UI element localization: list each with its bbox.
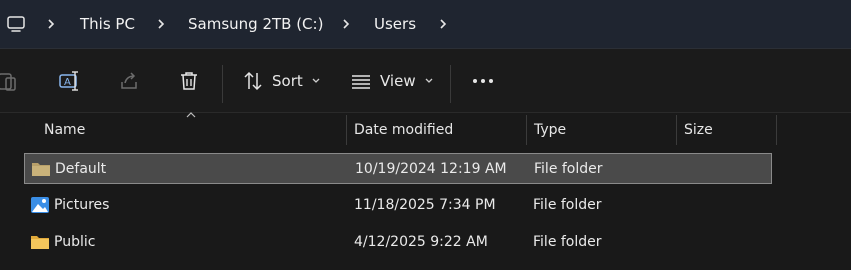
- chevron-right-icon[interactable]: [438, 15, 448, 33]
- breadcrumb-drive[interactable]: Samsung 2TB (C:): [188, 13, 323, 35]
- toolbar-divider: [222, 65, 223, 103]
- chevron-down-icon: [312, 78, 320, 83]
- svg-text:A: A: [64, 77, 71, 88]
- paste-icon: [0, 73, 16, 91]
- view-button[interactable]: View: [350, 67, 434, 95]
- file-type: File folder: [533, 234, 602, 250]
- file-type: File folder: [533, 197, 602, 213]
- rename-button[interactable]: A: [58, 67, 80, 95]
- file-row[interactable]: Pictures 11/18/2025 7:34 PM File folder: [24, 190, 772, 221]
- chevron-right-icon[interactable]: [156, 15, 166, 33]
- file-row[interactable]: Public 4/12/2025 9:22 AM File folder: [24, 227, 772, 258]
- file-date-modified: 11/18/2025 7:34 PM: [354, 197, 496, 213]
- file-type: File folder: [534, 161, 603, 177]
- file-row[interactable]: Default 10/19/2024 12:19 AM File folder: [24, 153, 772, 184]
- folder-icon: [31, 236, 49, 249]
- sort-button[interactable]: Sort: [242, 67, 321, 95]
- column-header-name[interactable]: Name: [37, 113, 345, 147]
- delete-button[interactable]: [178, 67, 200, 95]
- column-header-type[interactable]: Type: [527, 113, 676, 147]
- more-options-button[interactable]: [470, 67, 496, 95]
- breadcrumb-this-pc[interactable]: This PC: [80, 13, 135, 35]
- file-date-modified: 4/12/2025 9:22 AM: [354, 234, 488, 250]
- file-name: Pictures: [54, 197, 110, 213]
- share-button[interactable]: [118, 67, 140, 95]
- breadcrumb: This PC Samsung 2TB (C:) Users: [0, 0, 851, 48]
- sort-label: Sort: [272, 72, 303, 90]
- share-icon: [121, 72, 137, 89]
- file-list: Name Date modified Type Size Default 10/…: [0, 112, 851, 270]
- computer-icon[interactable]: [6, 14, 26, 34]
- more-horizontal-icon: [473, 79, 493, 83]
- breadcrumb-users[interactable]: Users: [374, 13, 416, 35]
- column-header-size[interactable]: Size: [677, 113, 776, 147]
- paste-button[interactable]: [0, 67, 18, 95]
- pictures-folder-icon: [31, 197, 49, 213]
- view-list-icon: [352, 75, 370, 89]
- chevron-right-icon[interactable]: [341, 15, 351, 33]
- file-name: Public: [54, 234, 96, 250]
- chevron-down-icon: [425, 78, 433, 83]
- file-name: Default: [55, 161, 107, 177]
- rename-icon: A: [59, 71, 78, 91]
- command-bar: A Sort View: [0, 49, 851, 113]
- sort-icon: [244, 71, 262, 91]
- column-divider[interactable]: [776, 115, 777, 145]
- column-header-date-modified[interactable]: Date modified: [347, 113, 526, 147]
- file-date-modified: 10/19/2024 12:19 AM: [355, 161, 507, 177]
- address-bar: This PC Samsung 2TB (C:) Users: [0, 0, 851, 49]
- view-label: View: [380, 72, 416, 90]
- folder-icon: [32, 163, 50, 176]
- toolbar-divider: [450, 65, 451, 103]
- trash-icon: [181, 72, 197, 90]
- chevron-right-icon[interactable]: [46, 15, 56, 33]
